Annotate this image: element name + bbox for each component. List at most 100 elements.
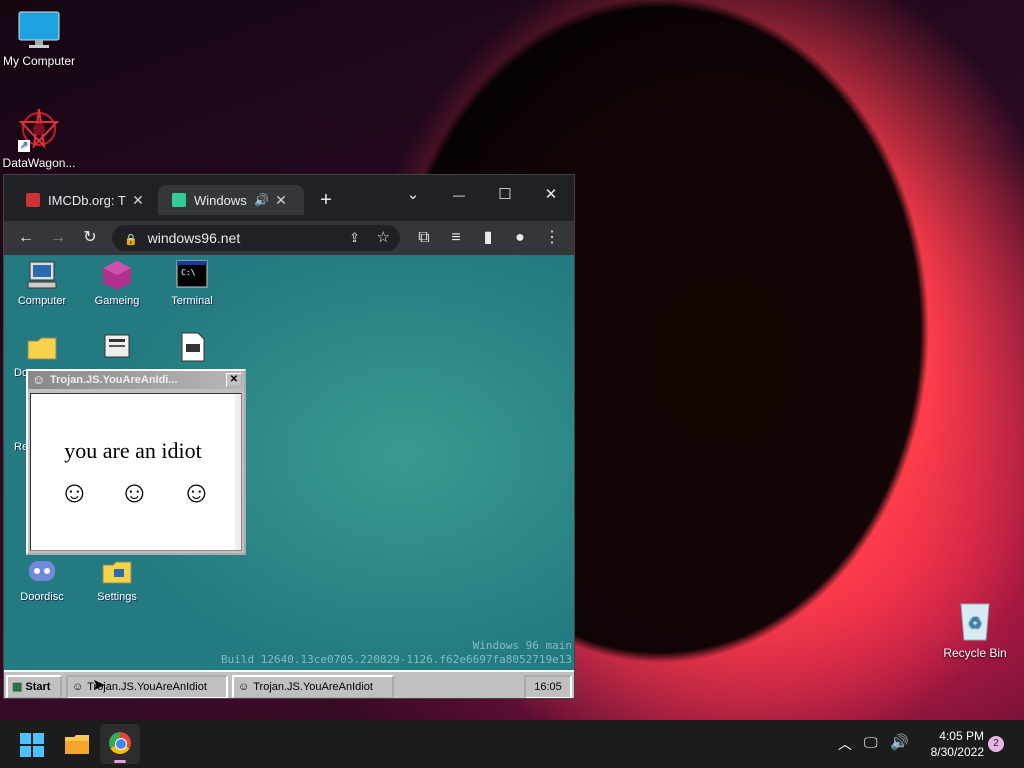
smiley-app-icon: ☺: [32, 372, 46, 387]
smiley-icon: ☺: [119, 476, 150, 509]
desktop-icon-label: My Computer: [2, 54, 76, 68]
tab-windows96[interactable]: Windows 9 🔊 ✕: [158, 185, 304, 215]
new-tab-button[interactable]: +: [314, 188, 338, 212]
w96-icon-label: Doordisc: [20, 591, 64, 603]
terminal-icon: C:\: [176, 259, 208, 291]
recycle-bin-icon: ♻: [955, 598, 995, 642]
w96-icon-label: Gameing: [94, 295, 140, 307]
discord-icon: [26, 555, 58, 587]
network-icon[interactable]: 🖵: [864, 734, 878, 751]
w96-logo-icon: ▦: [12, 681, 23, 693]
desktop-icon-my-computer[interactable]: My Computer: [0, 10, 81, 68]
w96-clock: 16:05: [524, 675, 572, 698]
back-button[interactable]: ←: [14, 226, 38, 250]
w96-icon-label: Computer: [17, 295, 67, 307]
chrome-icon: [109, 732, 131, 754]
w96-icon-markdown[interactable]: [154, 331, 230, 367]
chrome-taskbar-button[interactable]: [100, 724, 140, 764]
w96-icon-label: Terminal: [171, 295, 213, 307]
side-panel-icon[interactable]: ▮: [476, 226, 500, 250]
desktop-icon-recycle-bin[interactable]: ♻ Recycle Bin: [933, 598, 1017, 660]
address-bar[interactable]: 🔒 windows96.net ⇪ ☆: [112, 225, 400, 251]
start-label: Start: [25, 681, 51, 693]
tab-imcdb[interactable]: IMCDb.org: Trai ✕: [12, 185, 156, 215]
media-control-icon[interactable]: ≡: [444, 226, 468, 250]
imcdb-favicon-icon: [26, 193, 40, 207]
tab-title: IMCDb.org: Trai: [48, 192, 126, 208]
maximize-button[interactable]: ☐: [490, 183, 520, 207]
close-tab-icon[interactable]: ✕: [273, 192, 289, 209]
bookmark-star-icon[interactable]: ☆: [377, 225, 390, 251]
active-indicator: [114, 760, 126, 763]
url-text: windows96.net: [147, 230, 241, 246]
build-watermark: Windows 96 main Build 12640.13ce0705.220…: [221, 639, 572, 667]
w96-taskbar: ▦ Start ☺ Trojan.JS.YouAreAnIdiot ☺ Trojan.…: [4, 670, 574, 698]
popup-scrollbar[interactable]: [235, 394, 241, 550]
browser-toolbar: ← → ↻ 🔒 windows96.net ⇪ ☆ ⧉ ≡ ▮ ● ⋮: [4, 221, 574, 255]
w96-icon-settings[interactable]: Settings: [79, 555, 155, 603]
desktop-icon-label: DataWagon...: [2, 156, 76, 170]
settings-folder-icon: [101, 555, 133, 587]
windows-taskbar: ︿ 🖵 🔊 4:05 PM 8/30/2022 2: [0, 720, 1024, 768]
forward-button[interactable]: →: [46, 226, 70, 250]
close-icon[interactable]: ✕: [226, 373, 242, 387]
watermark-line1: Windows 96 main: [472, 639, 572, 652]
svg-text:♻: ♻: [968, 615, 982, 632]
file-explorer-icon[interactable]: [64, 732, 90, 756]
page-viewport-windows96: Computer Gameing C:\ Terminal Do Re Door…: [4, 255, 574, 698]
file-icon: [176, 331, 208, 363]
start-windows-icon[interactable]: [20, 733, 44, 757]
smiley-icon: ☺: [59, 476, 90, 509]
profile-avatar-icon[interactable]: ●: [508, 226, 532, 250]
tab-strip: IMCDb.org: Trai ✕ Windows 9 🔊 ✕ + ⌄ — ☐ …: [4, 175, 574, 221]
share-icon[interactable]: ⇪: [349, 225, 360, 251]
monitor-icon: [17, 10, 61, 50]
notification-badge[interactable]: 2: [988, 736, 1004, 752]
cube-game-icon: [101, 259, 133, 291]
smiley-app-icon: ☺: [72, 681, 84, 693]
browser-window: IMCDb.org: Trai ✕ Windows 9 🔊 ✕ + ⌄ — ☐ …: [4, 175, 574, 698]
task-label: Trojan.JS.YouAreAnIdiot: [253, 681, 373, 693]
clock-time: 4:05 PM: [939, 729, 984, 743]
computer-icon: [26, 259, 58, 291]
popup-message: you are an idiot: [64, 438, 202, 463]
popup-title-bar[interactable]: ☺ Trojan.JS.YouAreAnIdi... ✕: [28, 371, 244, 389]
volume-icon[interactable]: 🔊: [890, 733, 909, 751]
clock-date: 8/30/2022: [930, 745, 984, 759]
w96-icon-app[interactable]: [79, 331, 155, 367]
trojan-popup-window[interactable]: ☺ Trojan.JS.YouAreAnIdi... ✕ you are an …: [26, 369, 246, 555]
svg-text:C:\: C:\: [181, 268, 196, 277]
datawagon-icon: ↗: [16, 106, 62, 152]
desktop-icon-label: Recycle Bin: [943, 646, 1007, 660]
w96-start-button[interactable]: ▦ Start: [6, 675, 62, 698]
w96-task-button[interactable]: ☺ Trojan.JS.YouAreAnIdiot: [232, 675, 394, 698]
mouse-cursor-icon: ➤: [92, 677, 106, 694]
watermark-line2: Build 12640.13ce0705.220829-1126.f62e669…: [221, 653, 572, 666]
w96-icon-terminal[interactable]: C:\ Terminal: [154, 259, 230, 307]
lock-icon: 🔒: [124, 234, 138, 246]
w96-task-button[interactable]: ☺ Trojan.JS.YouAreAnIdiot: [66, 675, 228, 698]
w96-icon-doordisc[interactable]: Doordisc: [4, 555, 80, 603]
minimize-button[interactable]: —: [444, 183, 474, 207]
close-tab-icon[interactable]: ✕: [130, 192, 146, 209]
smiley-app-icon: ☺: [238, 681, 250, 693]
extensions-icon[interactable]: ⧉: [412, 226, 436, 250]
folder-icon: [26, 331, 58, 363]
document-app-icon: [101, 331, 133, 363]
clock-area[interactable]: 4:05 PM 8/30/2022: [914, 728, 984, 760]
windows96-favicon-icon: [172, 193, 186, 207]
popup-content: you are an idiot ☺ ☺ ☺: [30, 393, 242, 551]
tab-title: Windows 9: [194, 192, 250, 208]
close-window-button[interactable]: ✕: [536, 183, 566, 207]
desktop-icon-datawagon[interactable]: ↗ DataWagon...: [0, 106, 81, 170]
shortcut-arrow-icon: ↗: [18, 140, 30, 152]
show-hidden-icons-chevron-icon[interactable]: ︿: [838, 734, 852, 754]
tab-search-dropdown[interactable]: ⌄: [398, 183, 428, 207]
reload-button[interactable]: ↻: [78, 226, 102, 250]
w96-icon-gameing[interactable]: Gameing: [79, 259, 155, 307]
speaker-icon[interactable]: 🔊: [254, 193, 269, 207]
w96-icon-computer[interactable]: Computer: [4, 259, 80, 307]
popup-title: Trojan.JS.YouAreAnIdi...: [50, 374, 178, 386]
w96-icon-label: Settings: [97, 591, 137, 603]
menu-kebab-icon[interactable]: ⋮: [540, 226, 564, 250]
